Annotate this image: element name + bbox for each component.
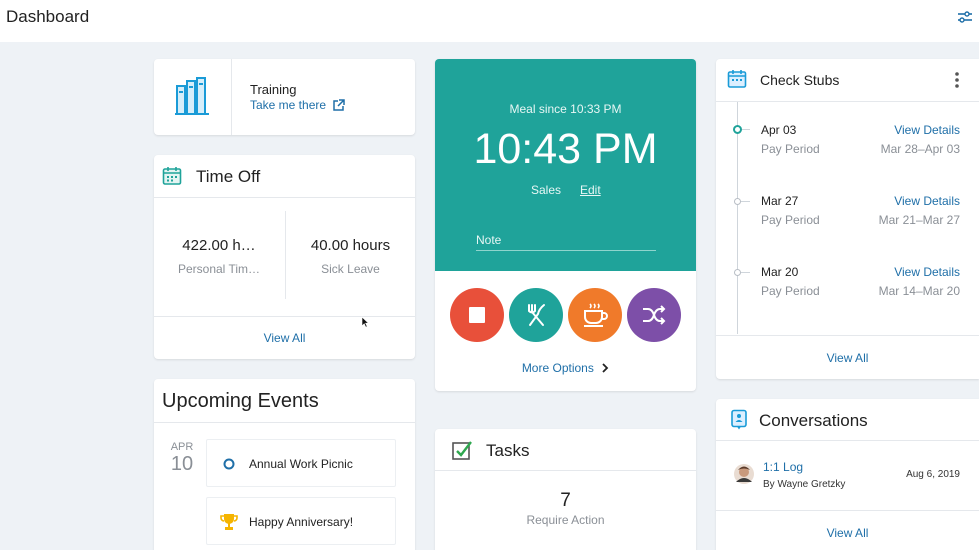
timeline-dot (734, 269, 741, 276)
mouse-cursor (361, 316, 369, 328)
stub-type: Pay Period (761, 213, 820, 227)
stub-date: Mar 27 (761, 194, 799, 208)
training-label: Training (250, 82, 297, 97)
training-card: Training Take me there (154, 59, 415, 135)
stub-date: Apr 03 (761, 123, 797, 137)
stop-icon (469, 307, 485, 323)
check-stubs-view-all[interactable]: View All (716, 351, 979, 365)
view-details-link[interactable]: View Details (894, 265, 960, 279)
clock-time: 10:43 PM (473, 125, 658, 173)
time-off-view-all[interactable]: View All (154, 331, 415, 345)
stub-date: Mar 20 (761, 265, 799, 279)
upcoming-events-card: Upcoming Events APR 10 Annual Work Picni… (154, 379, 415, 550)
conversations-view-all[interactable]: View All (716, 526, 979, 540)
tasks-label: Require Action (526, 513, 605, 527)
chevron-right-icon (602, 363, 609, 373)
conversation-date: Aug 6, 2019 (906, 469, 960, 480)
stub-range: Mar 28–Apr 03 (880, 142, 960, 156)
clock-department: Sales (531, 183, 562, 197)
view-details-link[interactable]: View Details (894, 123, 960, 137)
check-stubs-card: Check Stubs Apr 03 Pay Period View Detai… (716, 59, 979, 379)
coffee-icon (584, 303, 608, 327)
calendar-icon (162, 167, 182, 185)
check-stub-item[interactable]: Apr 03 Pay Period View Details Mar 28–Ap… (716, 121, 979, 161)
sliders-icon[interactable] (957, 10, 973, 24)
conversation-title[interactable]: 1:1 Log (763, 460, 803, 474)
clock-edit-link[interactable]: Edit (580, 183, 601, 197)
tasks-title: Tasks (486, 441, 530, 460)
time-off-label: Personal Tim… (177, 262, 261, 276)
more-vertical-icon[interactable] (954, 71, 960, 89)
event-item[interactable]: Annual Work Picnic (206, 439, 396, 487)
stub-type: Pay Period (761, 284, 820, 298)
tasks-card: Tasks 7 Require Action (435, 429, 696, 550)
fork-knife-icon (528, 304, 545, 326)
stub-range: Mar 14–Mar 20 (878, 284, 960, 298)
more-options-link[interactable]: More Options (435, 361, 696, 375)
time-off-sick[interactable]: 40.00 hours Sick Leave (286, 237, 415, 276)
note-placeholder: Note (476, 233, 502, 247)
stub-type: Pay Period (761, 142, 820, 156)
break-button[interactable] (568, 288, 622, 342)
trophy-icon (220, 514, 238, 530)
stop-button[interactable] (450, 288, 504, 342)
event-date: APR 10 (170, 441, 194, 475)
time-off-value: 422.00 h… (182, 237, 256, 254)
conversations-card: Conversations 1:1 Log By Wayne Gretzky A… (716, 399, 979, 550)
timeline-dot (733, 125, 742, 134)
event-label: Annual Work Picnic (249, 457, 353, 471)
time-off-card: Time Off 422.00 h… Personal Tim… 40.00 h… (154, 155, 415, 359)
timeline-tick (741, 201, 750, 202)
circle-icon (223, 458, 235, 470)
shuffle-icon (643, 305, 666, 325)
take-me-there-link[interactable]: Take me there (250, 98, 345, 112)
time-off-personal[interactable]: 422.00 h… Personal Tim… (154, 237, 284, 276)
time-off-value: 40.00 hours (310, 237, 391, 254)
avatar (734, 464, 754, 484)
check-stub-item[interactable]: Mar 20 Pay Period View Details Mar 14–Ma… (716, 263, 979, 303)
conversation-author: By Wayne Gretzky (763, 479, 846, 490)
timeline-dot (734, 198, 741, 205)
upcoming-events-title: Upcoming Events (162, 390, 319, 412)
conversation-icon (731, 409, 747, 430)
conversation-item[interactable]: 1:1 Log By Wayne Gretzky Aug 6, 2019 (716, 457, 979, 497)
time-clock-card: Meal since 10:33 PM 10:43 PM Sales Edit … (435, 59, 696, 391)
books-icon (175, 77, 209, 115)
time-off-title: Time Off (196, 167, 261, 186)
clock-status: Meal since 10:33 PM (509, 102, 622, 116)
timeline-tick (741, 272, 750, 273)
event-label: Happy Anniversary! (249, 515, 354, 529)
event-item[interactable]: Happy Anniversary! (206, 497, 396, 545)
time-off-label: Sick Leave (321, 262, 380, 276)
transfer-button[interactable] (627, 288, 681, 342)
check-stubs-title: Check Stubs (760, 72, 840, 88)
view-details-link[interactable]: View Details (894, 194, 960, 208)
stub-range: Mar 21–Mar 27 (878, 213, 960, 227)
page-title: Dashboard (6, 7, 90, 26)
note-input[interactable]: Note (476, 231, 656, 251)
calendar-icon (727, 70, 747, 88)
top-bar: Dashboard (0, 0, 979, 42)
meal-button[interactable] (509, 288, 563, 342)
external-link-icon (333, 98, 345, 111)
checkbox-icon (452, 441, 472, 460)
tasks-count[interactable]: 7 (435, 490, 696, 512)
timeline-tick (742, 129, 750, 130)
conversations-title: Conversations (759, 411, 868, 430)
check-stub-item[interactable]: Mar 27 Pay Period View Details Mar 21–Ma… (716, 192, 979, 232)
